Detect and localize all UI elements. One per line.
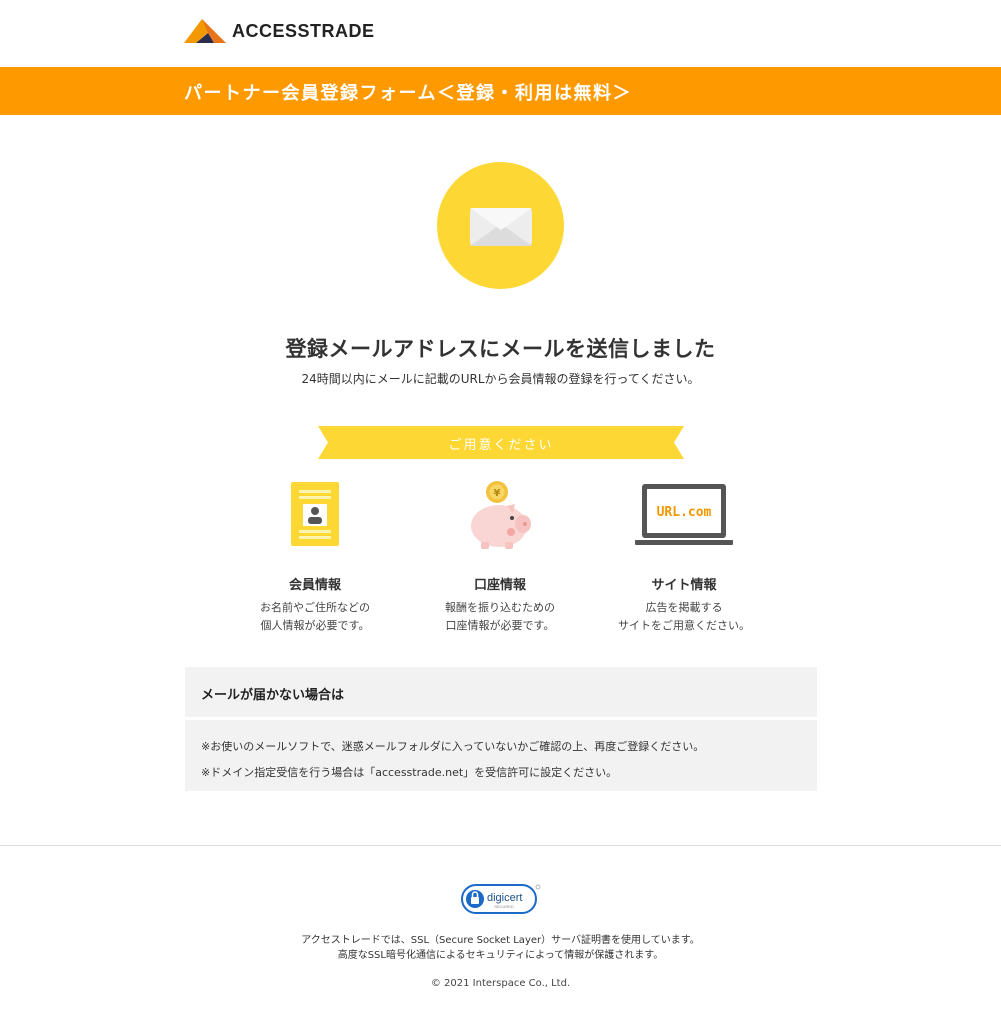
prep-title: 会員情報 [288,578,341,593]
laptop-url-icon: URL.com [635,484,733,545]
prep-title: 口座情報 [473,578,526,593]
copyright: © 2021 Interspace Co., Ltd. [430,978,571,989]
ssl-notice-line: 高度なSSL暗号化通信によるセキュリティによって情報が保護されます。 [337,950,664,961]
logo-mark-icon [184,19,226,43]
mail-not-received-notice: メールが届かない場合は ※お使いのメールソフトで、迷惑メールフォルダに入っていな… [185,667,817,791]
notice-title: メールが届かない場合は [185,667,817,717]
seal-text: digicert [487,892,522,904]
banner-title: パートナー会員登録フォーム＜登録・利用は無料＞ [184,83,632,104]
ribbon-label: ご用意ください [448,438,554,453]
prep-desc-line: 広告を掲載する [645,601,723,614]
prep-item-member: 会員情報 お名前やご住所などの 個人情報が必要です。 [215,480,415,635]
seal-subtext: SECURED [494,904,514,909]
svg-text:¥: ¥ [494,488,501,499]
page-subtitle: 24時間以内にメールに記載のURLから会員情報の登録を行ってください。 [301,372,700,386]
accesstrade-logo[interactable]: ACCESSTRADE [184,17,375,45]
prep-desc-line: 個人情報が必要です。 [260,619,370,632]
ssl-notice-line: アクセストレードでは、SSL（Secure Socket Layer）サーバ証明… [301,935,700,946]
notice-line: ※お使いのメールソフトで、迷惑メールフォルダに入っていないかご確認の上、再度ご登… [201,740,705,753]
laptop-screen-text: URL.com [657,505,712,520]
notice-line: ※ドメイン指定受信を行う場合は「accesstrade.net」を受信許可に設定… [201,766,618,779]
prepare-ribbon: ご用意ください [318,426,684,459]
prep-item-bank: ¥ 口座情報 報酬を振り込むための 口座情報が必要です。 [400,480,600,635]
prep-desc-line: 報酬を振り込むための [445,601,555,614]
logo-text: ACCESSTRADE [232,20,375,41]
page-title: 登録メールアドレスにメールを送信しました [285,337,716,361]
piggy-bank-icon: ¥ [471,481,531,549]
prep-title: サイト情報 [651,578,717,593]
envelope-icon [470,208,532,246]
prep-desc-line: サイトをご用意ください。 [618,619,750,632]
site-header: ACCESSTRADE [0,0,1001,67]
form-banner: パートナー会員登録フォーム＜登録・利用は無料＞ [0,67,1001,115]
notice-body: ※お使いのメールソフトで、迷惑メールフォルダに入っていないかご確認の上、再度ご登… [185,720,817,791]
member-card-icon [291,482,339,546]
footer-divider [0,845,1001,846]
prep-desc-line: 口座情報が必要です。 [445,619,555,632]
prep-desc-line: お名前やご住所などの [260,601,370,614]
prep-item-site: URL.com サイト情報 広告を掲載する サイトをご用意ください。 [584,480,784,635]
mail-sent-badge [437,162,564,289]
digicert-seal-icon[interactable]: digicert SECURED [461,883,541,915]
